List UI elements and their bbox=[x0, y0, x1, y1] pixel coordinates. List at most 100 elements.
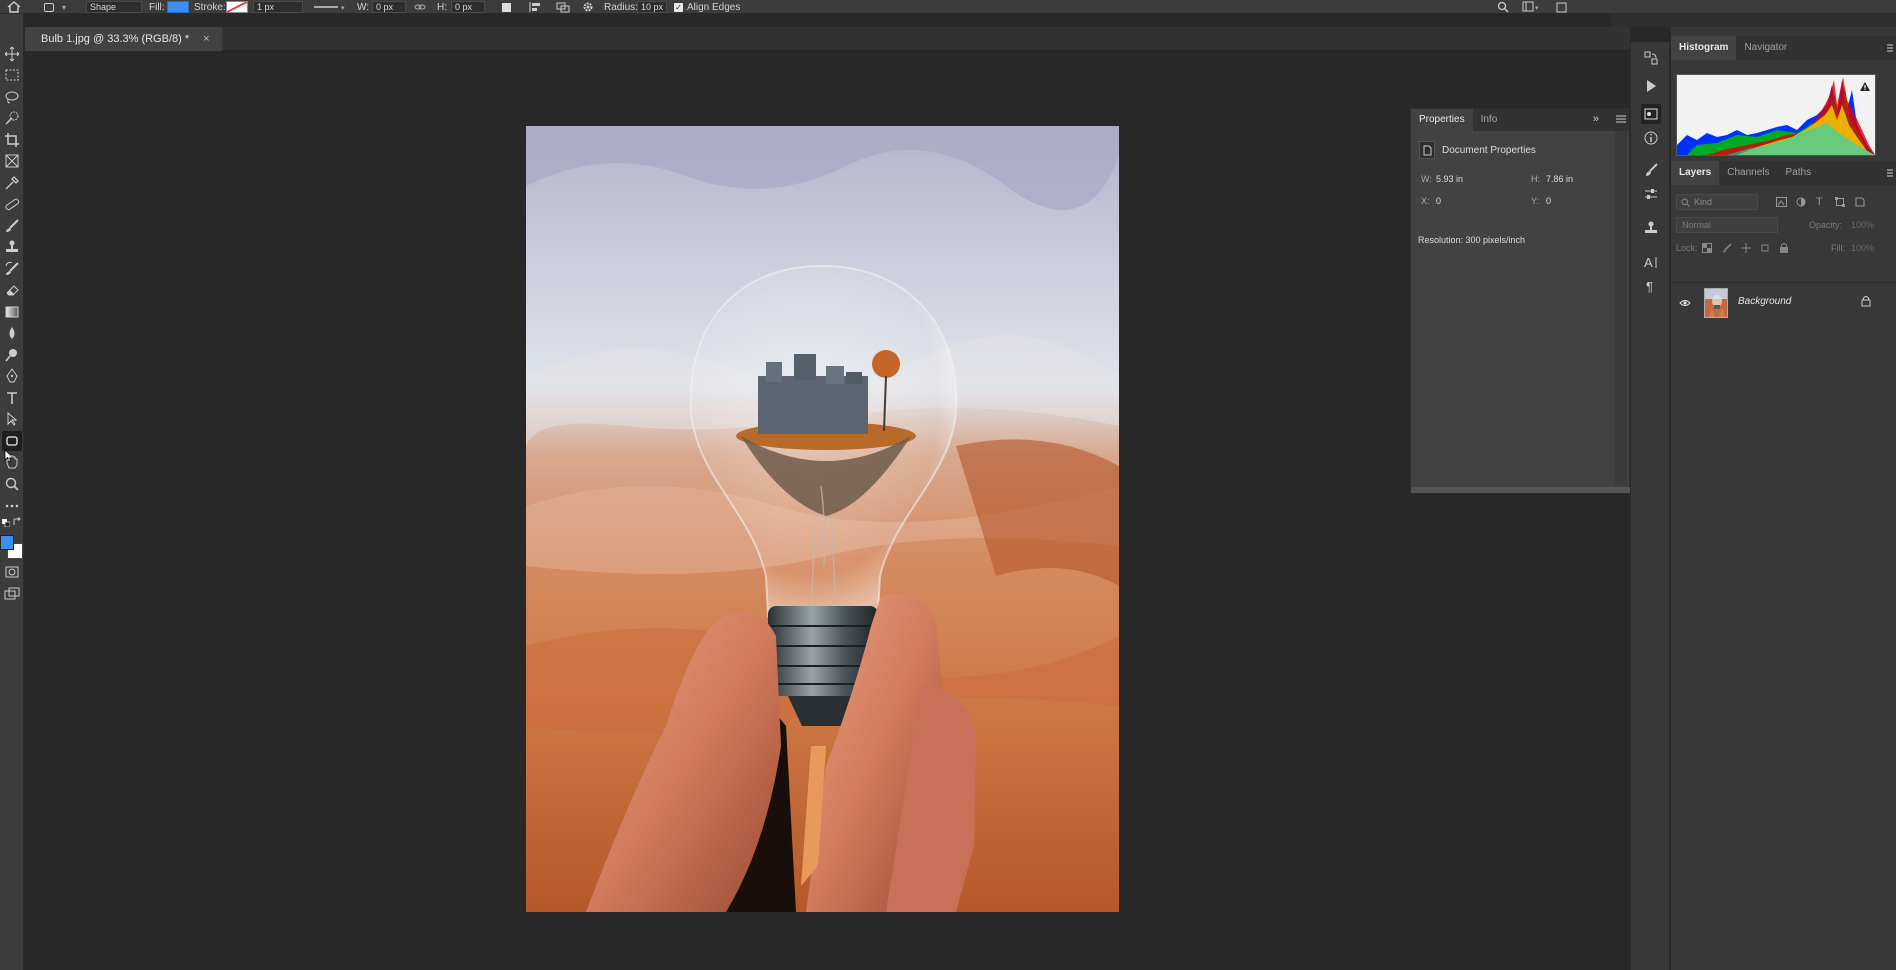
screen-mode-icon[interactable] bbox=[2, 584, 22, 604]
home-icon[interactable] bbox=[6, 0, 22, 14]
brush-tool-icon[interactable] bbox=[2, 216, 22, 236]
stroke-swatch[interactable] bbox=[226, 0, 248, 14]
frame-tool-icon[interactable] bbox=[2, 151, 22, 171]
lock-all-icon[interactable] bbox=[1779, 242, 1789, 256]
lock-position-icon[interactable] bbox=[1741, 243, 1751, 256]
document-tab-title: Bulb 1.jpg @ 33.3% (RGB/8) * bbox=[41, 33, 190, 45]
blend-mode-dropdown[interactable]: Normal bbox=[1676, 217, 1778, 233]
filter-adjustment-icon[interactable] bbox=[1796, 197, 1806, 210]
history-brush-tool-icon[interactable] bbox=[2, 259, 22, 279]
stroke-type-dropdown[interactable]: ▾ bbox=[312, 0, 348, 14]
filter-type-icon[interactable]: T bbox=[1816, 196, 1823, 208]
panel-icon-dock: A ¶ bbox=[1630, 42, 1670, 970]
layer-lock-icon[interactable] bbox=[1861, 295, 1871, 310]
panel-menu-icon[interactable] bbox=[1615, 114, 1627, 127]
quick-mask-icon[interactable] bbox=[2, 562, 22, 582]
path-selection-tool-icon[interactable] bbox=[2, 409, 22, 429]
w-value[interactable]: 5.93 in bbox=[1436, 174, 1463, 184]
properties-scrollbar[interactable] bbox=[1615, 131, 1627, 485]
filter-pixel-icon[interactable] bbox=[1776, 197, 1787, 210]
info-icon[interactable] bbox=[1641, 128, 1661, 148]
height-field[interactable]: 0 px bbox=[451, 0, 485, 14]
layers-menu-icon[interactable] bbox=[1886, 168, 1894, 181]
pen-tool-icon[interactable] bbox=[2, 366, 22, 386]
tool-preset-picker[interactable]: ▾ bbox=[44, 0, 66, 14]
opacity-field[interactable]: 100% bbox=[1851, 220, 1874, 230]
width-label: W: bbox=[357, 1, 370, 13]
rectangle-tool-icon[interactable] bbox=[2, 431, 22, 451]
canvas-image[interactable] bbox=[526, 126, 1119, 912]
type-tool-icon[interactable] bbox=[2, 388, 22, 408]
histogram-menu-icon[interactable] bbox=[1886, 43, 1894, 56]
h-label: H: bbox=[1531, 174, 1540, 184]
history-icon[interactable] bbox=[1641, 48, 1661, 68]
fill-swatch[interactable] bbox=[167, 0, 189, 14]
width-field[interactable]: 0 px bbox=[372, 0, 406, 14]
dodge-tool-icon[interactable] bbox=[2, 345, 22, 365]
swap-colors-icon[interactable] bbox=[12, 517, 22, 530]
tab-channels[interactable]: Channels bbox=[1719, 161, 1777, 185]
panel-resize-handle[interactable] bbox=[1411, 487, 1631, 493]
play-actions-icon[interactable] bbox=[1641, 76, 1661, 96]
path-alignment-icon[interactable] bbox=[528, 0, 542, 14]
link-icon[interactable] bbox=[414, 0, 426, 14]
zoom-tool-icon[interactable] bbox=[2, 474, 22, 494]
hand-tool-icon[interactable] bbox=[2, 452, 22, 472]
quick-selection-tool-icon[interactable] bbox=[2, 108, 22, 128]
shape-mode-dropdown[interactable]: Shape bbox=[86, 0, 142, 14]
tab-info[interactable]: Info bbox=[1473, 109, 1506, 131]
path-arrangement-icon[interactable] bbox=[555, 0, 571, 14]
lock-image-icon[interactable] bbox=[1722, 243, 1732, 256]
more-tools-icon[interactable] bbox=[2, 496, 22, 516]
adjustments-sliders-icon[interactable] bbox=[1641, 184, 1661, 204]
lasso-tool-icon[interactable] bbox=[2, 87, 22, 107]
x-value[interactable]: 0 bbox=[1436, 196, 1441, 206]
tab-histogram[interactable]: Histogram bbox=[1671, 36, 1737, 60]
tab-layers[interactable]: Layers bbox=[1671, 161, 1720, 185]
blur-tool-icon[interactable] bbox=[2, 323, 22, 343]
expand-panel-icon[interactable]: » bbox=[1593, 113, 1599, 125]
close-icon[interactable]: × bbox=[203, 33, 209, 45]
default-colors-icon[interactable] bbox=[2, 518, 11, 530]
stroke-width-field[interactable]: 1 px bbox=[253, 0, 303, 14]
lock-artboard-icon[interactable] bbox=[1760, 243, 1770, 256]
search-icon[interactable] bbox=[1497, 0, 1509, 14]
tab-paths[interactable]: Paths bbox=[1778, 161, 1820, 185]
lock-label: Lock: bbox=[1676, 243, 1698, 253]
align-edges-checkbox[interactable]: ✓ bbox=[674, 0, 683, 14]
layers-tab-bar: Layers Channels Paths bbox=[1671, 161, 1896, 185]
move-tool-icon[interactable] bbox=[2, 44, 22, 64]
clone-stamp-tool-icon[interactable] bbox=[2, 237, 22, 257]
visibility-eye-icon[interactable] bbox=[1679, 298, 1691, 310]
clone-source-icon[interactable] bbox=[1641, 218, 1661, 238]
radius-field[interactable]: 10 px bbox=[637, 0, 667, 14]
fill-field[interactable]: 100% bbox=[1851, 243, 1874, 253]
eraser-tool-icon[interactable] bbox=[2, 280, 22, 300]
foreground-color-swatch[interactable] bbox=[0, 535, 14, 550]
layer-name[interactable]: Background bbox=[1738, 296, 1791, 307]
tab-navigator[interactable]: Navigator bbox=[1736, 36, 1795, 60]
y-value[interactable]: 0 bbox=[1546, 196, 1551, 206]
filter-smart-object-icon[interactable] bbox=[1855, 197, 1865, 210]
paragraph-icon[interactable]: ¶ bbox=[1641, 276, 1661, 296]
gradient-tool-icon[interactable] bbox=[2, 302, 22, 322]
gear-icon[interactable] bbox=[582, 0, 594, 14]
layer-filter-dropdown[interactable]: Kind bbox=[1676, 194, 1758, 210]
workspace-icon[interactable]: ▾ bbox=[1522, 0, 1542, 14]
tab-properties[interactable]: Properties bbox=[1411, 109, 1473, 131]
share-icon[interactable] bbox=[1556, 0, 1568, 14]
histogram-tab-bar: Histogram Navigator bbox=[1671, 36, 1896, 60]
lock-transparent-icon[interactable] bbox=[1702, 243, 1712, 256]
document-properties-title: Document Properties bbox=[1442, 145, 1536, 156]
path-operations-icon[interactable] bbox=[502, 0, 511, 14]
character-icon[interactable]: A bbox=[1641, 252, 1661, 272]
marquee-tool-icon[interactable] bbox=[2, 65, 22, 85]
properties-dock-icon[interactable] bbox=[1641, 104, 1661, 124]
h-value[interactable]: 7.86 in bbox=[1546, 174, 1573, 184]
filter-shape-icon[interactable] bbox=[1835, 197, 1845, 210]
brush-settings-icon[interactable] bbox=[1641, 160, 1661, 180]
eyedropper-tool-icon[interactable] bbox=[2, 173, 22, 193]
healing-brush-tool-icon[interactable] bbox=[2, 194, 22, 214]
document-tab[interactable]: Bulb 1.jpg @ 33.3% (RGB/8) * × bbox=[25, 27, 222, 51]
crop-tool-icon[interactable] bbox=[2, 130, 22, 150]
